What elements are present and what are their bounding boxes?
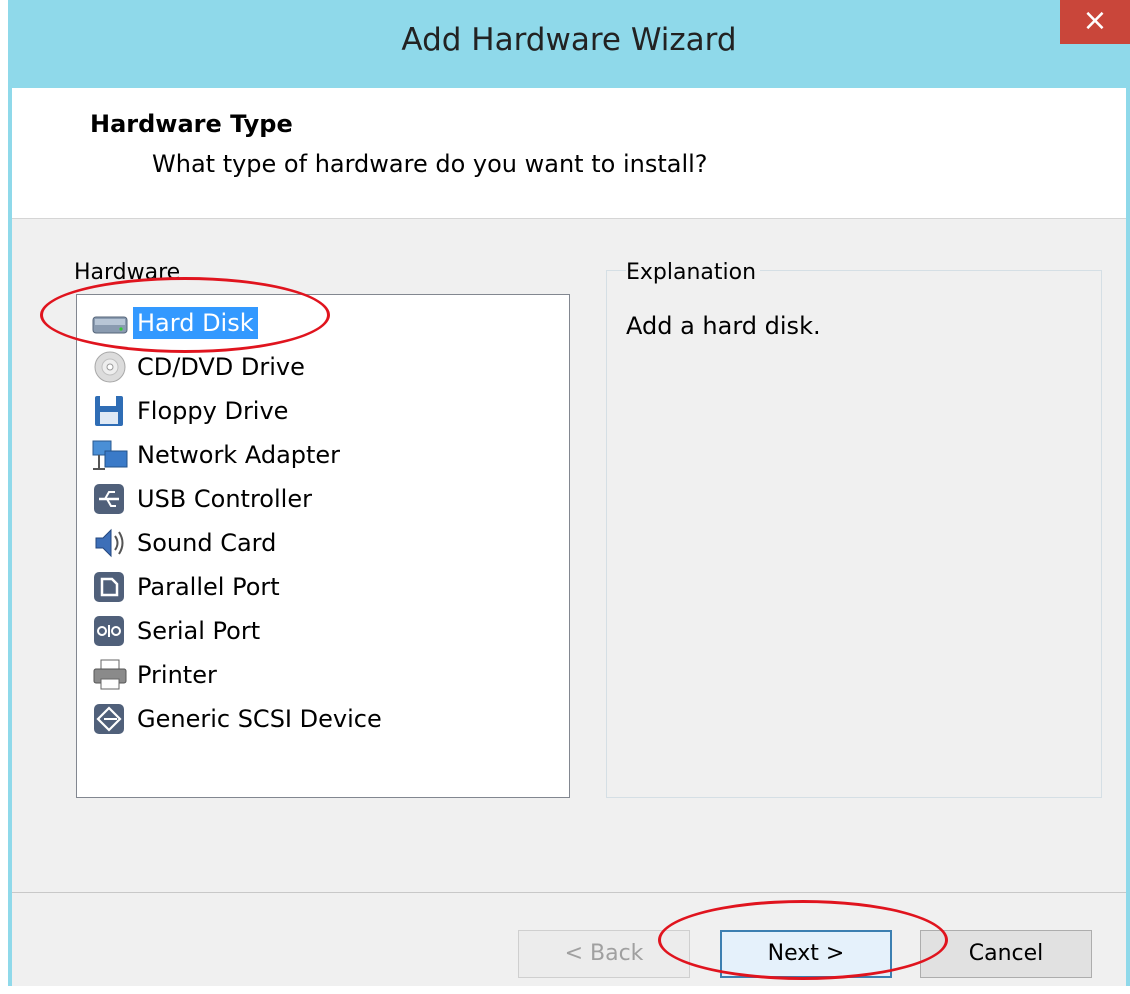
cancel-button[interactable]: Cancel bbox=[920, 930, 1092, 978]
list-item-label: Generic SCSI Device bbox=[137, 705, 382, 733]
next-button[interactable]: Next > bbox=[720, 930, 892, 978]
list-item-generic-scsi-device[interactable]: Generic SCSI Device bbox=[91, 699, 386, 739]
list-item-cd-dvd-drive[interactable]: CD/DVD Drive bbox=[91, 347, 309, 387]
list-item-label: USB Controller bbox=[137, 485, 312, 513]
close-icon: × bbox=[1082, 3, 1108, 38]
title-bar[interactable]: Add Hardware Wizard × bbox=[8, 0, 1130, 88]
wizard-header: Hardware Type What type of hardware do y… bbox=[12, 88, 1126, 219]
list-item-floppy-drive[interactable]: Floppy Drive bbox=[91, 391, 292, 431]
add-hardware-wizard-window: Add Hardware Wizard × Hardware Type What… bbox=[8, 0, 1130, 986]
footer-separator bbox=[12, 892, 1126, 893]
list-item-network-adapter[interactable]: Network Adapter bbox=[91, 435, 344, 475]
page-title: Hardware Type bbox=[90, 110, 293, 138]
usb-icon bbox=[94, 484, 124, 514]
parallel-port-icon bbox=[94, 572, 124, 602]
list-item-label: Network Adapter bbox=[137, 441, 341, 469]
list-item-label: Hard Disk bbox=[133, 307, 258, 339]
list-item-sound-card[interactable]: Sound Card bbox=[91, 523, 280, 563]
scsi-icon bbox=[94, 704, 124, 734]
wizard-client-area: Hardware Type What type of hardware do y… bbox=[12, 88, 1126, 986]
back-button[interactable]: < Back bbox=[518, 930, 690, 978]
list-item-hard-disk[interactable]: Hard Disk bbox=[91, 303, 258, 343]
sound-card-icon bbox=[95, 528, 124, 558]
list-item-usb-controller[interactable]: USB Controller bbox=[91, 479, 316, 519]
list-item-serial-port[interactable]: Serial Port bbox=[91, 611, 264, 651]
close-button[interactable]: × bbox=[1060, 0, 1130, 44]
list-item-label: Sound Card bbox=[137, 529, 277, 557]
list-item-parallel-port[interactable]: Parallel Port bbox=[91, 567, 284, 607]
printer-icon bbox=[93, 659, 127, 690]
explanation-text: Add a hard disk. bbox=[626, 312, 821, 340]
list-item-label: Parallel Port bbox=[137, 573, 280, 601]
list-item-label: CD/DVD Drive bbox=[137, 353, 305, 381]
explanation-group-label: Explanation bbox=[626, 260, 761, 285]
hardware-listbox[interactable]: Hard Disk CD/DVD Drive Floppy Drive Netw… bbox=[76, 294, 570, 798]
hardware-group-label: Hardware bbox=[74, 260, 185, 285]
window-title: Add Hardware Wizard bbox=[401, 22, 737, 58]
cd-dvd-icon bbox=[94, 351, 126, 383]
floppy-icon bbox=[95, 396, 123, 426]
list-item-printer[interactable]: Printer bbox=[91, 655, 221, 695]
list-item-label: Floppy Drive bbox=[137, 397, 289, 425]
page-subtitle: What type of hardware do you want to ins… bbox=[152, 150, 708, 178]
serial-port-icon bbox=[94, 616, 124, 646]
network-adapter-icon bbox=[92, 440, 128, 470]
list-item-label: Serial Port bbox=[137, 617, 261, 645]
hard-disk-icon bbox=[92, 316, 128, 334]
explanation-group-box bbox=[606, 270, 1102, 798]
list-item-label: Printer bbox=[137, 661, 217, 689]
